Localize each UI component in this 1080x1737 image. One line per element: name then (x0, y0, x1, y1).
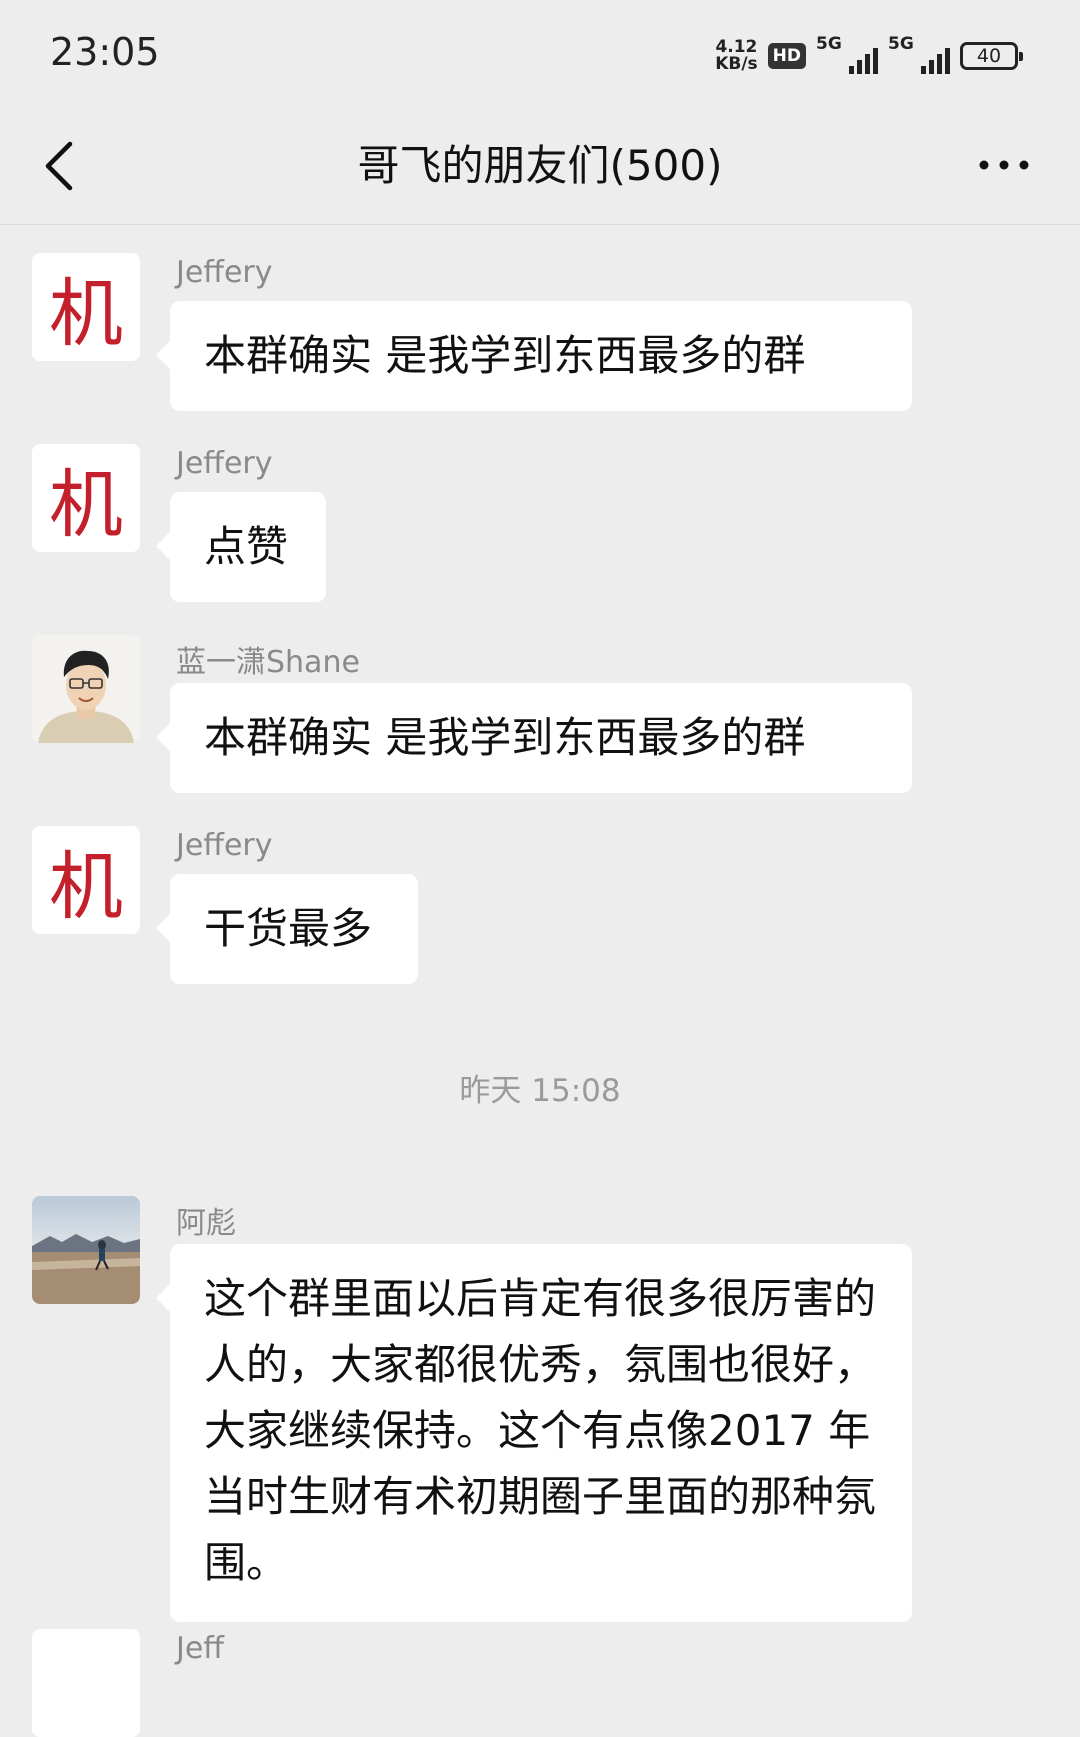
battery-icon: 40 (960, 42, 1023, 70)
message-bubble[interactable]: 点赞 (156, 492, 326, 602)
sender-name: 蓝一潇Shane (176, 645, 360, 680)
avatar-text: 机 (49, 461, 123, 548)
signal-sim2-label: 5G (888, 34, 914, 54)
message-timestamp: 昨天 15:08 (459, 1073, 621, 1109)
sender-name: 阿彪 (176, 1206, 236, 1241)
avatar[interactable]: 机 (32, 826, 140, 934)
chat-header: 哥飞的朋友们(500) (0, 110, 1080, 225)
sender-name: Jeffery (176, 446, 273, 481)
network-speed: 4.12 KB/s (715, 39, 757, 73)
hd-badge: HD (767, 43, 806, 69)
network-speed-unit: KB/s (715, 54, 758, 74)
sender-name: Jeffery (176, 828, 273, 863)
status-bar: 23:05 4.12 KB/s HD 5G 5G 40 (0, 0, 1080, 110)
more-dots-icon[interactable] (976, 150, 1032, 180)
avatar-text: 机 (49, 843, 123, 930)
avatar-photo[interactable] (32, 635, 140, 743)
sender-name: Jeffery (176, 255, 273, 290)
message-bubble[interactable]: 本群确实 是我学到东西最多的群 (156, 301, 912, 411)
avatar[interactable] (32, 1629, 140, 1737)
message-bubble[interactable]: 本群确实 是我学到东西最多的群 (156, 683, 912, 793)
signal-sim1-icon: 5G (816, 34, 878, 74)
avatar-photo[interactable] (32, 1196, 140, 1304)
avatar[interactable]: 机 (32, 253, 140, 361)
sender-name: Jeff (176, 1631, 224, 1666)
status-time: 23:05 (50, 30, 160, 74)
avatar-text: 机 (49, 270, 123, 357)
status-indicators: 4.12 KB/s HD 5G 5G 40 (715, 34, 1023, 76)
message-bubble[interactable]: 这个群里面以后肯定有很多很厉害的人的，大家都很优秀，氛围也很好，大家继续保持。这… (156, 1244, 912, 1622)
chat-title: 哥飞的朋友们(500) (357, 141, 723, 190)
signal-sim2-icon: 5G (888, 34, 950, 74)
signal-sim1-label: 5G (816, 34, 842, 54)
message-bubble[interactable]: 干货最多 (156, 874, 418, 984)
avatar[interactable]: 机 (32, 444, 140, 552)
